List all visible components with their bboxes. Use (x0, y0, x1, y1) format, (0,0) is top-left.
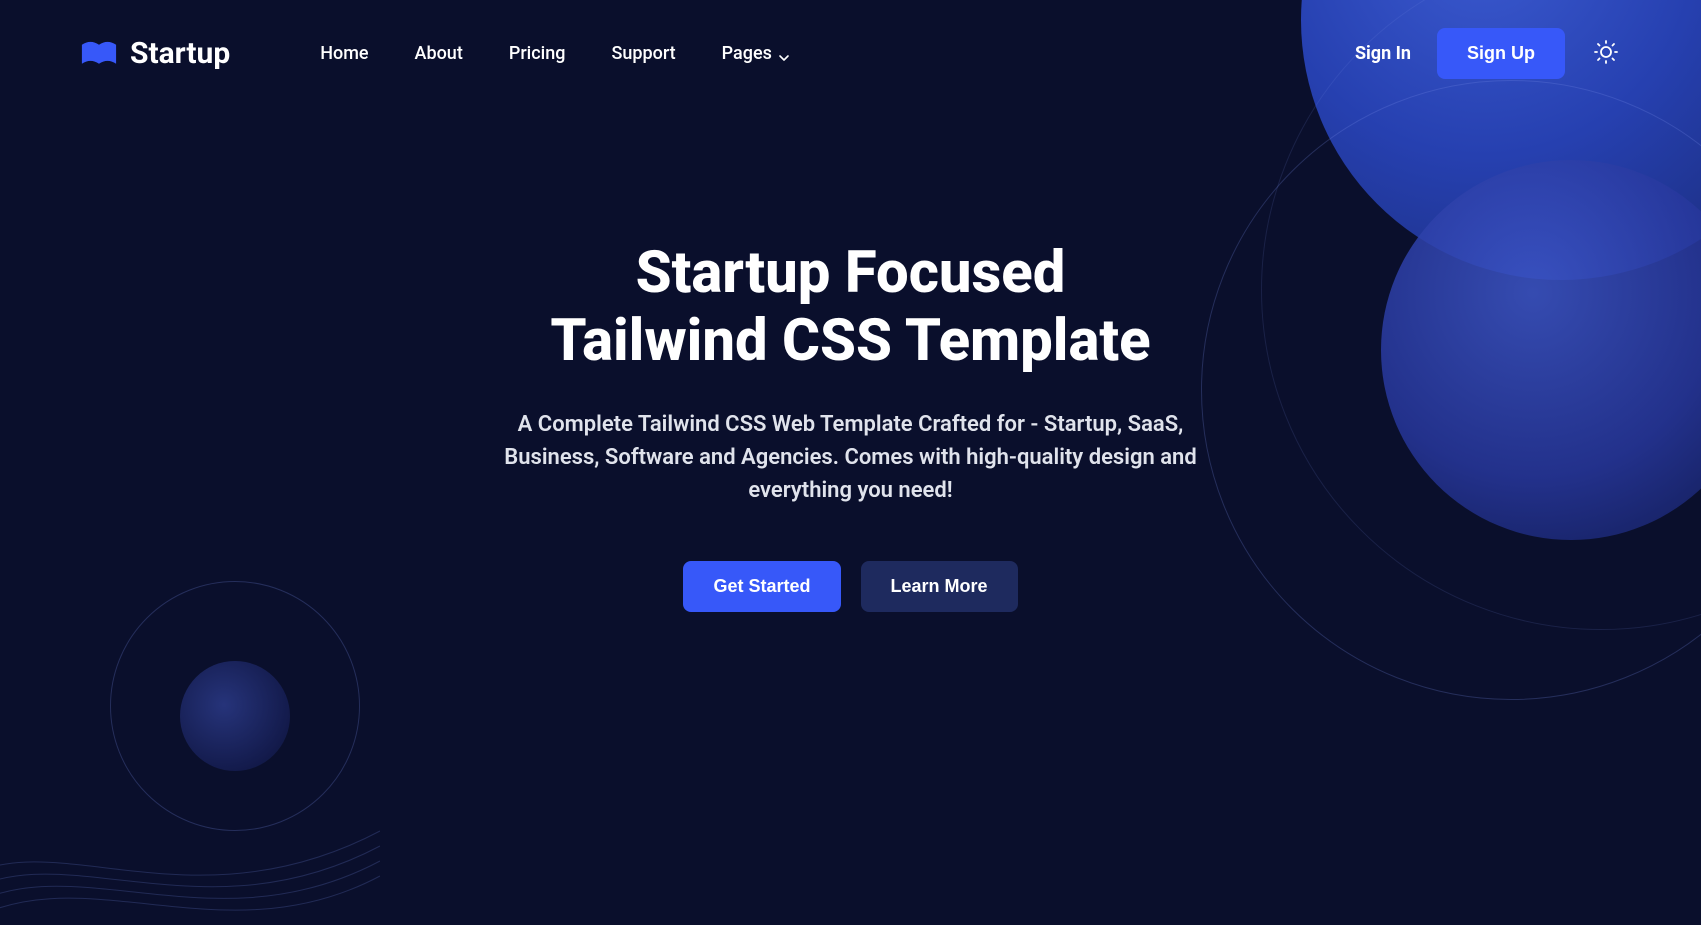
brand-logo-mark-icon (80, 39, 118, 69)
chevron-down-icon (778, 48, 790, 60)
hero-subtitle: A Complete Tailwind CSS Web Template Cra… (491, 408, 1211, 507)
main-nav: Home About Pricing Support Pages (320, 43, 790, 64)
decor-ring-bottom-left (110, 581, 360, 831)
header: Startup Home About Pricing Support Pages… (0, 0, 1701, 79)
brand-logo[interactable]: Startup (80, 36, 230, 71)
nav-item-label: Pricing (509, 43, 566, 64)
nav-item-about[interactable]: About (415, 43, 463, 64)
signin-link[interactable]: Sign In (1355, 43, 1411, 64)
decor-ball-bottom-left (180, 661, 290, 771)
nav-item-label: Home (320, 43, 368, 64)
signup-button[interactable]: Sign Up (1437, 28, 1565, 79)
nav-item-home[interactable]: Home (320, 43, 368, 64)
theme-toggle-button[interactable] (1591, 39, 1621, 69)
nav-item-pricing[interactable]: Pricing (509, 43, 566, 64)
decor-planet-small (1381, 160, 1701, 540)
get-started-button[interactable]: Get Started (683, 561, 840, 612)
hero-cta-group: Get Started Learn More (371, 561, 1331, 612)
nav-item-label: About (415, 43, 463, 64)
brand-name: Startup (130, 36, 230, 71)
sun-icon (1593, 39, 1619, 69)
hero-title: Startup Focused Tailwind CSS Template (371, 239, 1331, 376)
auth-actions: Sign In Sign Up (1355, 28, 1621, 79)
nav-item-support[interactable]: Support (611, 43, 675, 64)
decor-wave-lines (0, 741, 380, 921)
learn-more-button[interactable]: Learn More (861, 561, 1018, 612)
nav-item-label: Support (611, 43, 675, 64)
nav-item-pages[interactable]: Pages (722, 43, 790, 64)
hero-section: Startup Focused Tailwind CSS Template A … (371, 79, 1331, 612)
nav-item-label: Pages (722, 43, 772, 64)
